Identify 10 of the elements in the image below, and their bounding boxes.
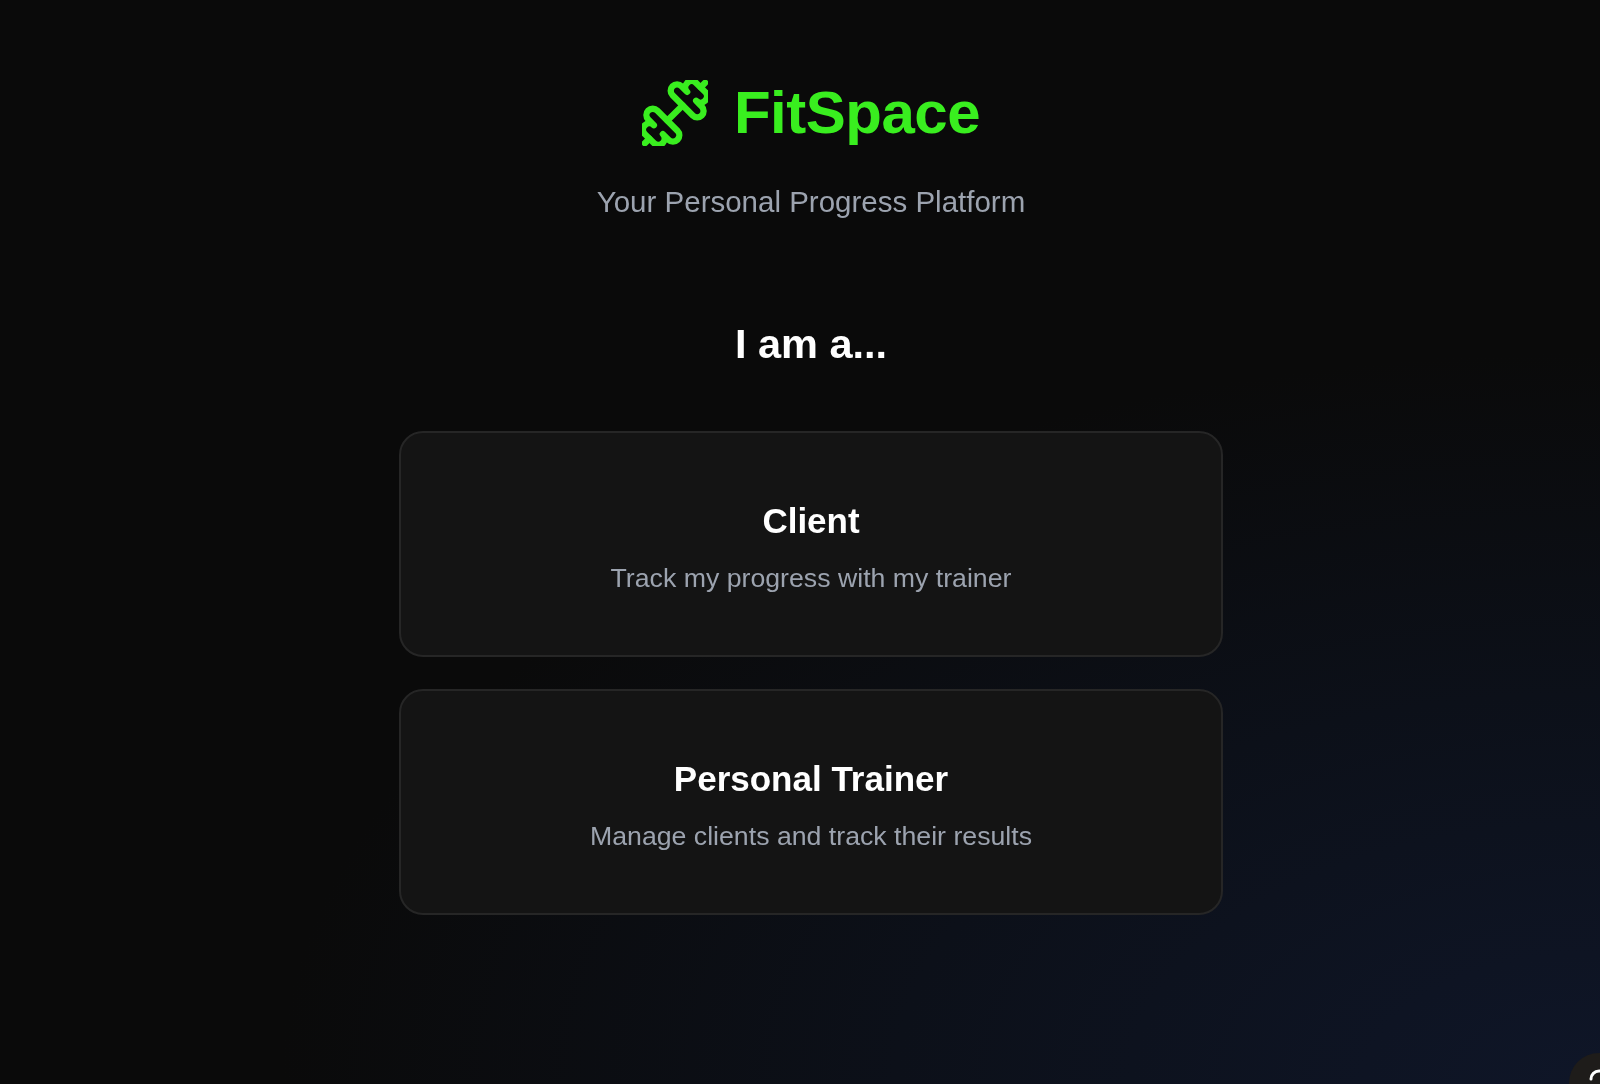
- app-logo-text: FitSpace: [733, 80, 981, 146]
- role-option-card[interactable]: Client Track my progress with my trainer: [399, 431, 1223, 657]
- role-title: Client: [762, 500, 860, 542]
- role-description: Track my progress with my trainer: [610, 562, 1012, 594]
- dumbbell-icon: [641, 80, 708, 146]
- role-description: Manage clients and track their results: [589, 820, 1032, 852]
- tagline: Your Personal Progress Platform: [596, 185, 1026, 219]
- role-option-card[interactable]: Personal Trainer Manage clients and track their results: [399, 689, 1223, 915]
- page-heading: I am a...: [734, 320, 888, 368]
- role-title: Personal Trainer: [673, 758, 949, 800]
